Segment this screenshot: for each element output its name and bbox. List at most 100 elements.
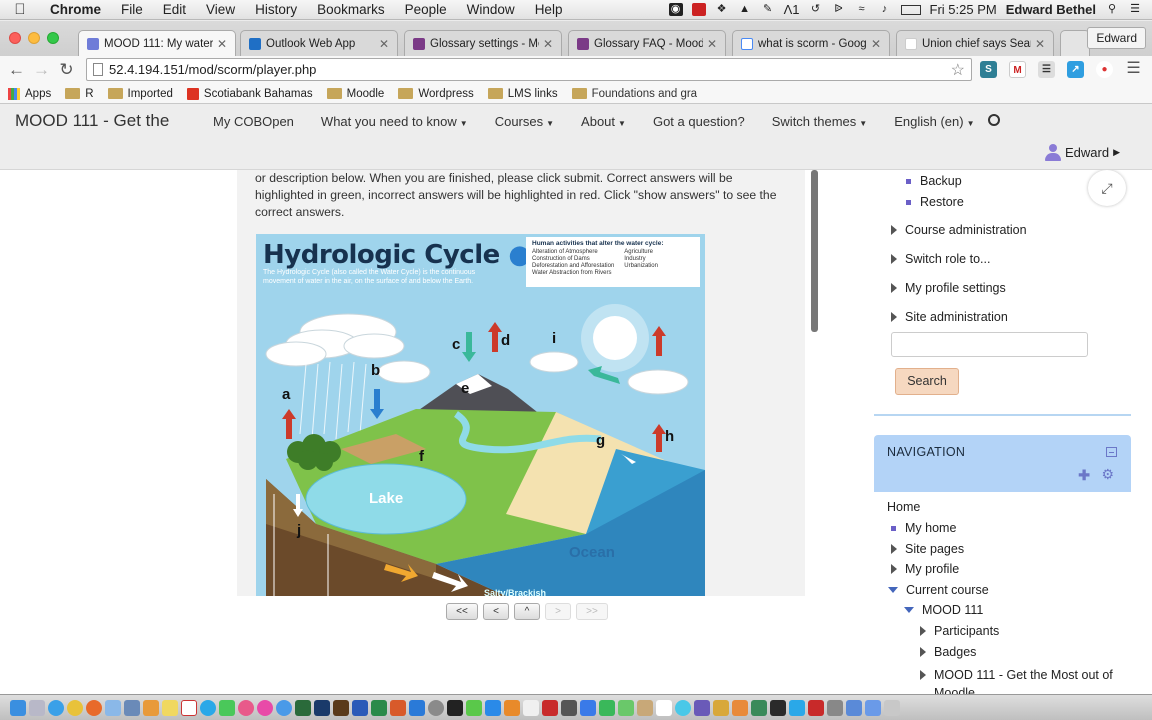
nav-got-a-question[interactable]: Got a question?	[653, 114, 745, 129]
camera-icon[interactable]: ◉	[668, 3, 683, 16]
skype-dock-icon[interactable]	[789, 699, 805, 716]
close-tab-icon[interactable]: ✕	[707, 37, 717, 51]
clock[interactable]: Fri 5:25 PM	[930, 2, 997, 17]
battery-icon[interactable]	[900, 4, 921, 15]
skype-icon[interactable]	[200, 699, 216, 716]
back-icon[interactable]: ←	[4, 60, 29, 80]
menu-people[interactable]: People	[395, 2, 457, 17]
tab-mood111[interactable]: MOOD 111: My water cy ✕	[78, 30, 236, 56]
preview-icon[interactable]	[124, 699, 140, 716]
menu-help[interactable]: Help	[525, 2, 573, 17]
evernote-icon[interactable]: ✎	[761, 3, 775, 16]
excel-icon[interactable]	[371, 699, 387, 716]
fullscreen-expand-icon[interactable]: ⤢	[1088, 170, 1126, 206]
nav-badges[interactable]: Badges	[920, 645, 976, 659]
ibooks-icon[interactable]	[732, 699, 748, 716]
screenflow-icon[interactable]	[770, 699, 786, 716]
close-tab-icon[interactable]: ✕	[1035, 37, 1045, 51]
admin-my-profile-settings[interactable]: My profile settings	[891, 281, 1006, 295]
dropbox-icon[interactable]: ❖	[715, 3, 729, 16]
chrome-icon[interactable]	[67, 699, 83, 716]
close-window-button[interactable]	[9, 32, 21, 44]
textedit-icon[interactable]	[523, 699, 539, 716]
notes-icon[interactable]	[162, 699, 178, 716]
bookmark-r[interactable]: R	[65, 88, 94, 100]
bookmark-wordpress[interactable]: Wordpress	[398, 88, 474, 100]
volume-icon[interactable]: ♪	[878, 3, 892, 16]
nav-my-cobopen[interactable]: My COBOpen	[213, 114, 294, 129]
powerpoint-icon[interactable]	[390, 699, 406, 716]
contacts-icon[interactable]	[637, 699, 653, 716]
extension-s-icon[interactable]: S	[980, 61, 997, 78]
search-icon[interactable]	[988, 114, 1000, 126]
admin-item-restore[interactable]: Restore	[906, 195, 964, 209]
garageband-icon[interactable]	[713, 699, 729, 716]
camtasia-icon[interactable]	[751, 699, 767, 716]
trash-icon[interactable]	[884, 699, 900, 716]
nav-my-home[interactable]: My home	[891, 521, 956, 535]
mail-icon[interactable]	[105, 699, 121, 716]
site-title[interactable]: MOOD 111 - Get the	[15, 111, 169, 131]
extension-arrow-icon[interactable]: ↗	[1067, 61, 1084, 78]
acrobat-icon[interactable]	[542, 699, 558, 716]
finder-icon[interactable]	[10, 699, 26, 716]
firefox-icon[interactable]	[86, 699, 102, 716]
scorm-last-button[interactable]: >>	[576, 603, 608, 620]
nav-my-profile[interactable]: My profile	[891, 562, 959, 576]
close-tab-icon[interactable]: ✕	[543, 37, 553, 51]
nav-section-get-the-most[interactable]: MOOD 111 - Get the Most out of Moodle	[920, 666, 1120, 694]
admin-item-backup[interactable]: Backup	[906, 174, 962, 188]
nav-site-pages[interactable]: Site pages	[891, 542, 964, 556]
nav-course-mood111[interactable]: MOOD 111	[904, 603, 983, 617]
tab-glossary-faq[interactable]: Glossary FAQ - MoodleD ✕	[568, 30, 726, 56]
menu-file[interactable]: File	[111, 2, 153, 17]
nav-what-you-need-to-know[interactable]: What you need to know ▼	[321, 114, 468, 129]
adobe-icon[interactable]: Λ1	[784, 2, 800, 17]
record-icon[interactable]	[691, 3, 706, 16]
evernote-dock-icon[interactable]	[466, 699, 482, 716]
bookmark-scotiabank[interactable]: Scotiabank Bahamas	[186, 87, 313, 100]
menu-view[interactable]: View	[196, 2, 245, 17]
photoshop-icon[interactable]	[314, 699, 330, 716]
user-name[interactable]: Edward Bethel	[1006, 2, 1096, 17]
menu-edit[interactable]: Edit	[153, 2, 196, 17]
gear-icon[interactable]: ⚙	[1101, 466, 1114, 483]
keynote-icon[interactable]	[580, 699, 596, 716]
new-tab-button[interactable]	[1060, 30, 1090, 56]
imovie-icon[interactable]	[694, 699, 710, 716]
menu-app-name[interactable]: Chrome	[40, 2, 111, 17]
admin-search-button[interactable]: Search	[895, 368, 959, 395]
outlook-icon[interactable]	[409, 699, 425, 716]
system-preferences-icon[interactable]	[428, 699, 444, 716]
scorm-next-button[interactable]: >	[545, 603, 571, 620]
time-machine-icon[interactable]: ↺	[809, 3, 823, 16]
close-tab-icon[interactable]: ✕	[871, 37, 881, 51]
chrome-menu-icon[interactable]: ☰	[1121, 58, 1146, 78]
minimize-window-button[interactable]	[28, 32, 40, 44]
admin-switch-role[interactable]: Switch role to...	[891, 252, 990, 266]
reload-icon[interactable]: ↻	[54, 60, 79, 80]
word-icon[interactable]	[352, 699, 368, 716]
bookmark-foundations[interactable]: Foundations and gra	[571, 88, 697, 100]
menu-history[interactable]: History	[245, 2, 307, 17]
documents-icon[interactable]	[865, 699, 881, 716]
menu-bookmarks[interactable]: Bookmarks	[307, 2, 395, 17]
app-store-icon[interactable]	[276, 699, 292, 716]
close-tab-icon[interactable]: ✕	[379, 37, 389, 51]
scorm-first-button[interactable]: <<	[446, 603, 478, 620]
apple-icon[interactable]: 	[0, 1, 40, 18]
safari-icon[interactable]	[48, 699, 64, 716]
nav-about[interactable]: About ▼	[581, 114, 626, 129]
itunes-icon[interactable]	[257, 699, 273, 716]
tab-google-search[interactable]: what is scorm - Google ✕	[732, 30, 890, 56]
admin-search-input[interactable]	[891, 332, 1088, 357]
minimize-block-icon[interactable]	[1106, 447, 1117, 457]
nav-courses[interactable]: Courses ▼	[495, 114, 554, 129]
terminal-icon[interactable]	[447, 699, 463, 716]
photos-icon[interactable]	[238, 699, 254, 716]
notification-center-icon[interactable]: ☰	[1128, 3, 1142, 16]
tab-glossary-settings[interactable]: Glossary settings - Moo ✕	[404, 30, 562, 56]
tab-outlook[interactable]: Outlook Web App ✕	[240, 30, 398, 56]
maps-icon[interactable]	[618, 699, 634, 716]
bookmark-apps[interactable]: Apps	[8, 87, 51, 100]
